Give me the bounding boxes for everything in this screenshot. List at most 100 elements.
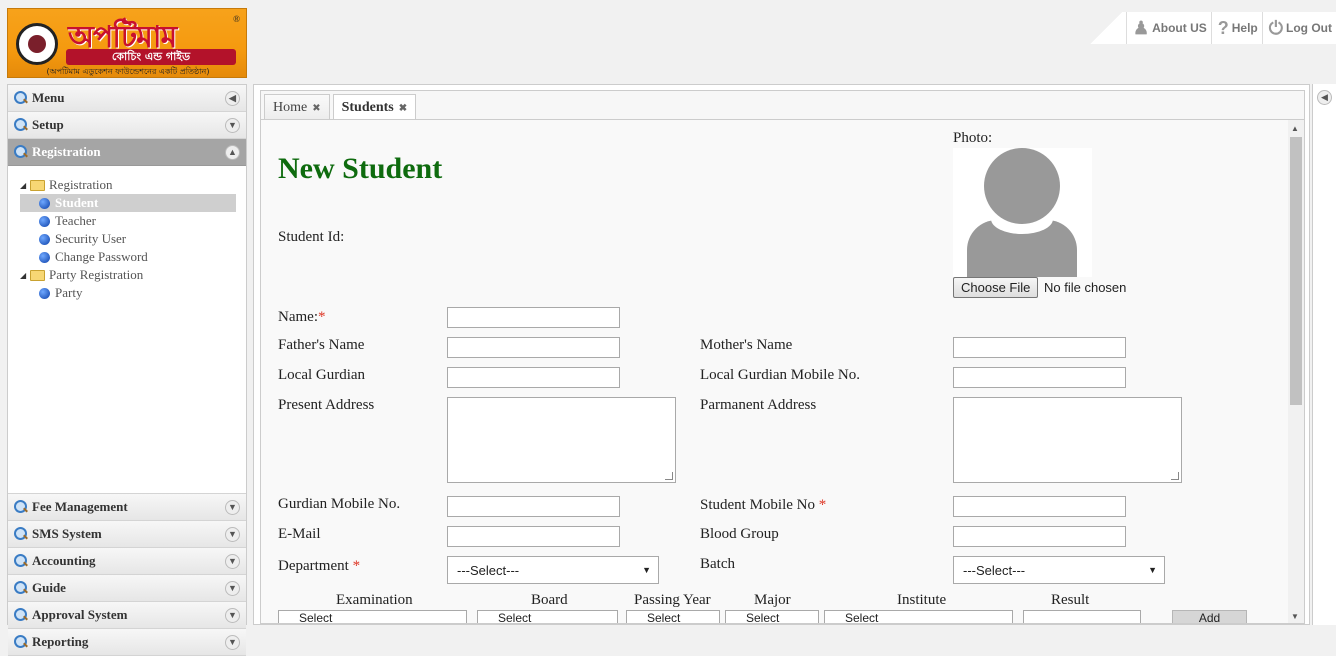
local-guardian-input[interactable] [447,367,620,388]
scroll-up-icon[interactable]: ▲ [1291,124,1299,133]
folder-icon [30,269,45,281]
blood-group-input[interactable] [953,526,1126,547]
search-icon [14,500,28,514]
local-guardian-mobile-input[interactable] [953,367,1126,388]
student-mobile-label: Student Mobile No * [700,497,826,514]
close-icon[interactable]: ✖ [312,103,320,114]
present-address-textarea[interactable] [447,397,676,483]
section-label: Setup [32,117,64,132]
section-label: Fee Management [32,499,128,514]
expand-arrow-icon[interactable]: ◢ [20,271,30,280]
local-guardian-mobile-label: Local Gurdian Mobile No. [700,367,860,383]
batch-label: Batch [700,556,735,572]
grid-header-passing-year: Passing Year [634,592,711,608]
search-icon [14,581,28,595]
result-input[interactable] [1023,610,1141,623]
tree-item-label: Teacher [55,213,96,228]
chevron-down-icon: ▼ [225,527,240,542]
close-icon[interactable]: ✖ [399,103,407,114]
scroll-thumb[interactable] [1290,137,1302,405]
logo-tagline: কোচিং এন্ড গাইড [66,49,236,65]
chevron-down-icon: ▼ [225,608,240,623]
tree-item-security-user[interactable]: Security User [20,230,246,248]
tree-group-party-registration[interactable]: ◢ Party Registration [20,266,246,284]
section-label: Accounting [32,553,96,568]
user-icon: ♟ [1132,17,1150,38]
sidebar-section-guide[interactable]: Guide ▼ [8,575,246,602]
email-input[interactable] [447,526,620,547]
tree-item-student[interactable]: Student [20,194,236,212]
institute-select[interactable]: Select [824,610,1013,623]
about-us-link[interactable]: ♟ About US [1125,12,1211,44]
sidebar-section-fee-management[interactable]: Fee Management ▼ [8,494,246,521]
blood-group-label: Blood Group [700,526,779,542]
tree-group-registration[interactable]: ◢ Registration [20,176,246,194]
father-name-label: Father's Name [278,337,365,353]
search-icon [14,554,28,568]
folder-icon [30,179,45,191]
bullet-icon [39,215,50,227]
name-input[interactable] [447,307,620,328]
sidebar-section-setup[interactable]: Setup ▼ [8,112,246,139]
page-title: New Student [278,152,443,185]
sidebar-section-reporting[interactable]: Reporting ▼ [8,629,246,656]
student-mobile-label-text: Student Mobile No [700,497,815,513]
tree-item-party[interactable]: Party [20,284,246,302]
choose-file-button[interactable]: Choose File [953,277,1039,298]
name-label: Name:* [278,309,325,326]
vertical-scrollbar[interactable]: ▲ ▼ [1288,120,1304,623]
collapse-sidebar-icon[interactable]: ◀ [225,91,240,106]
bullet-icon [39,287,50,299]
tree-item-label: Party [55,285,83,300]
guardian-mobile-label: Gurdian Mobile No. [278,496,401,512]
student-mobile-input[interactable] [953,496,1126,517]
required-mark: * [818,497,827,513]
section-label: SMS System [32,526,102,541]
right-panel: ◀ [1312,84,1336,625]
section-label: Approval System [32,607,128,622]
search-icon [14,145,28,159]
tree-item-teacher[interactable]: Teacher [20,212,246,230]
tab-label: Students [341,100,394,115]
sidebar-section-registration[interactable]: Registration ▲ [8,139,246,166]
batch-select[interactable]: ---Select--- ▼ [953,556,1165,584]
sidebar-section-accounting[interactable]: Accounting ▼ [8,548,246,575]
sidebar-section-menu[interactable]: Menu ◀ [8,85,246,112]
help-link[interactable]: ? Help [1210,12,1262,44]
search-icon [14,608,28,622]
department-select[interactable]: ---Select--- ▼ [447,556,659,584]
scroll-down-icon[interactable]: ▼ [1291,612,1299,621]
add-button[interactable]: Add [1172,610,1247,623]
sidebar-section-sms-system[interactable]: SMS System ▼ [8,521,246,548]
permanent-address-textarea[interactable] [953,397,1182,483]
present-address-label: Present Address [278,397,375,413]
logout-link[interactable]: ⏻ Log Out [1261,12,1336,44]
tree-item-change-password[interactable]: Change Password [20,248,246,266]
nav-decoration [1085,12,1126,44]
registration-tree: ◢ Registration Student Teacher Security … [8,166,246,494]
section-label: Reporting [32,634,89,649]
father-name-input[interactable] [447,337,620,358]
search-icon [14,118,28,132]
major-select[interactable]: Select [725,610,819,623]
dropdown-arrow-icon: ▼ [642,565,651,575]
expand-panel-icon[interactable]: ◀ [1317,90,1332,105]
tab-students[interactable]: Students ✖ [332,94,417,121]
section-label: Registration [32,144,101,159]
file-status: No file chosen [1044,280,1127,295]
required-mark: * [352,558,361,574]
examination-select[interactable]: Select [278,610,467,623]
chevron-down-icon: ▼ [225,500,240,515]
tree-group-label: Registration [49,177,113,192]
student-id-label: Student Id: [278,229,345,245]
bullet-icon [39,251,50,263]
mother-name-input[interactable] [953,337,1126,358]
student-form: New Student Student Id: Photo: Choose Fi… [260,119,1305,624]
guardian-mobile-input[interactable] [447,496,620,517]
expand-arrow-icon[interactable]: ◢ [20,181,30,190]
tab-bar: Home ✖ Students ✖ [260,90,1305,121]
passing-year-select[interactable]: Select [626,610,720,623]
board-select[interactable]: Select [477,610,618,623]
email-label: E-Mail [278,526,321,542]
tab-home[interactable]: Home ✖ [264,94,330,121]
